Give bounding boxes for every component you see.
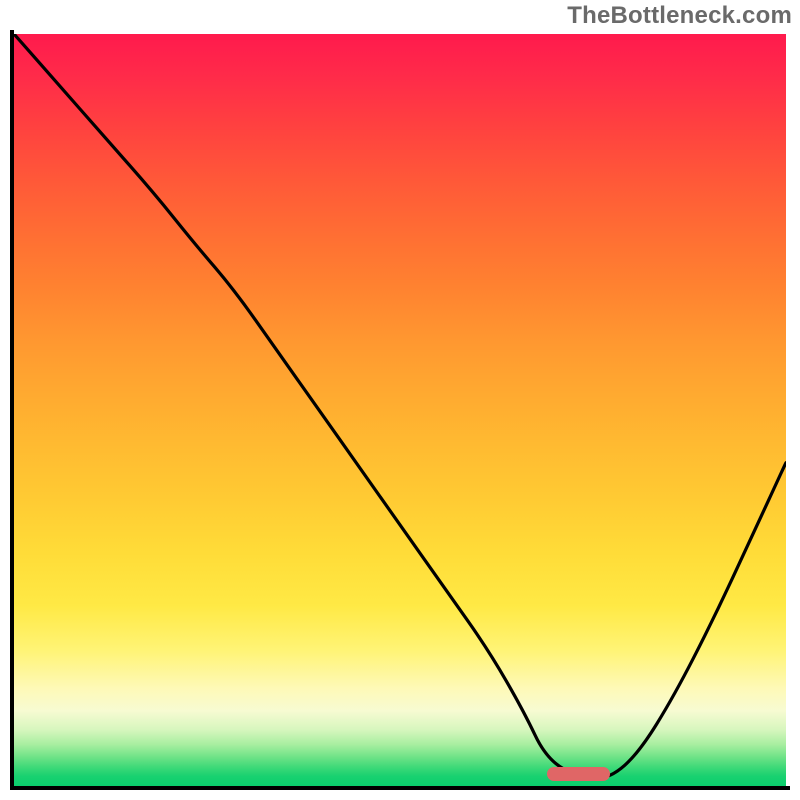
chart-canvas: TheBottleneck.com: [0, 0, 800, 800]
watermark-label: TheBottleneck.com: [567, 2, 792, 30]
x-axis-line: [10, 786, 790, 790]
bottleneck-curve: [14, 34, 786, 786]
y-axis-line: [10, 30, 14, 790]
optimal-range-marker: [547, 767, 610, 781]
